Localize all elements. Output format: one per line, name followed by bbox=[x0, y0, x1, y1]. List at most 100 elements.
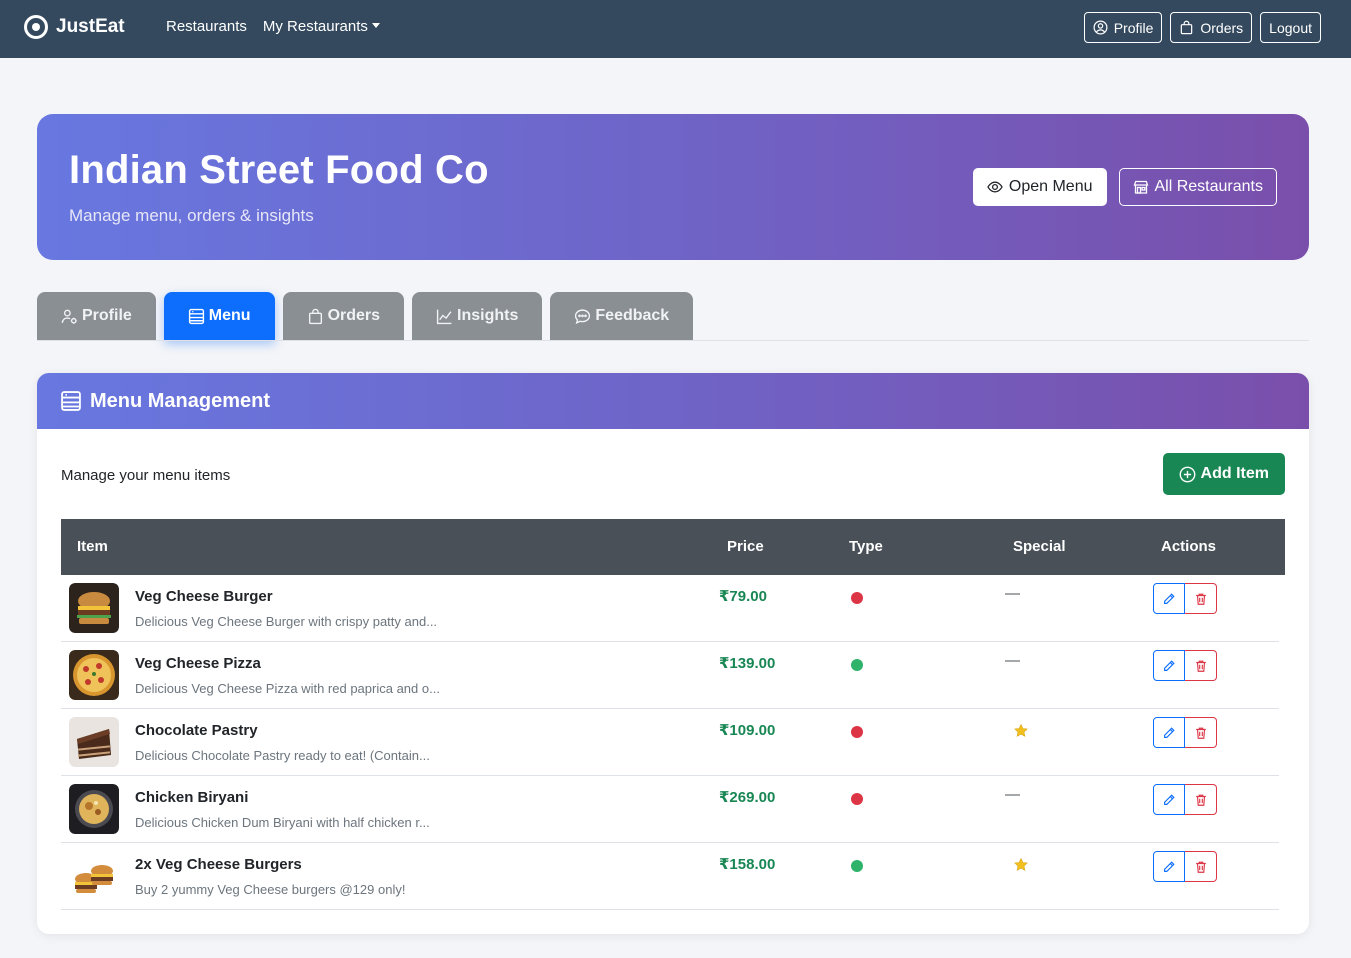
table-row: Veg Cheese Burger Delicious Veg Cheese B… bbox=[61, 575, 1279, 642]
trash-icon bbox=[1195, 593, 1206, 605]
star-icon bbox=[1014, 857, 1028, 871]
top-navbar: JustEat Restaurants My Restaurants Profi… bbox=[0, 0, 1351, 58]
restaurant-title: Indian Street Food Co bbox=[69, 148, 489, 192]
profile-button-label: Profile bbox=[1113, 19, 1154, 36]
item-thumbnail-burger bbox=[69, 583, 119, 633]
delete-button[interactable] bbox=[1185, 717, 1217, 748]
special-indicator: — bbox=[1005, 786, 1020, 803]
nav-link-my-restaurants[interactable]: My Restaurants bbox=[263, 18, 380, 35]
type-indicator-dot bbox=[851, 592, 863, 604]
column-actions: Actions bbox=[1161, 538, 1217, 555]
column-special: Special bbox=[1013, 538, 1066, 555]
bag-icon bbox=[308, 308, 322, 324]
all-restaurants-label: All Restaurants bbox=[1154, 178, 1264, 195]
dashboard-tabs: Profile Menu Orders Insights Feedback bbox=[37, 292, 694, 340]
special-indicator: — bbox=[1005, 652, 1020, 669]
trash-icon bbox=[1195, 794, 1206, 806]
orders-button-label: Orders bbox=[1200, 19, 1244, 36]
menu-table-body: Veg Cheese Burger Delicious Veg Cheese B… bbox=[61, 575, 1285, 910]
logout-button-label: Logout bbox=[1269, 19, 1312, 36]
pencil-icon bbox=[1164, 659, 1175, 671]
edit-button[interactable] bbox=[1153, 784, 1185, 815]
item-price: ₹269.00 bbox=[719, 789, 776, 806]
eye-icon bbox=[987, 181, 1003, 193]
restaurant-subtitle: Manage menu, orders & insights bbox=[69, 206, 314, 225]
item-description: Delicious Chocolate Pastry ready to eat!… bbox=[135, 748, 430, 763]
type-indicator-dot bbox=[851, 860, 863, 872]
delete-button[interactable] bbox=[1185, 583, 1217, 614]
menu-table-header: Item Price Type Special Actions bbox=[61, 519, 1285, 575]
chart-line-icon bbox=[436, 309, 452, 324]
column-item: Item bbox=[77, 538, 108, 555]
logout-button[interactable]: Logout bbox=[1260, 12, 1321, 43]
menu-list-icon bbox=[61, 391, 81, 411]
edit-button[interactable] bbox=[1153, 851, 1185, 882]
table-row: Chocolate Pastry Delicious Chocolate Pas… bbox=[61, 709, 1279, 776]
delete-button[interactable] bbox=[1185, 650, 1217, 681]
restaurant-hero: Indian Street Food Co Manage menu, order… bbox=[37, 114, 1309, 260]
menu-card-title: Menu Management bbox=[90, 389, 271, 412]
pencil-icon bbox=[1164, 793, 1175, 805]
add-item-label: Add Item bbox=[1200, 465, 1269, 482]
delete-button[interactable] bbox=[1185, 784, 1217, 815]
column-price: Price bbox=[727, 538, 764, 555]
nav-link-restaurants[interactable]: Restaurants bbox=[166, 18, 247, 35]
row-actions bbox=[1153, 717, 1217, 748]
delete-button[interactable] bbox=[1185, 851, 1217, 882]
trash-icon bbox=[1195, 861, 1206, 873]
caret-down-icon bbox=[371, 23, 380, 28]
row-actions bbox=[1153, 784, 1217, 815]
brand-name: JustEat bbox=[56, 16, 125, 37]
all-restaurants-button[interactable]: All Restaurants bbox=[1118, 168, 1277, 206]
open-menu-button[interactable]: Open Menu bbox=[972, 168, 1107, 206]
item-price: ₹109.00 bbox=[719, 722, 776, 739]
tab-profile[interactable]: Profile bbox=[37, 292, 156, 340]
brand[interactable]: JustEat bbox=[24, 15, 125, 39]
item-description: Delicious Veg Cheese Pizza with red papr… bbox=[135, 681, 440, 696]
special-indicator: — bbox=[1005, 585, 1020, 602]
item-name: Veg Cheese Burger bbox=[135, 588, 273, 605]
chat-dots-icon bbox=[575, 308, 591, 324]
tab-feedback[interactable]: Feedback bbox=[550, 292, 694, 340]
tab-orders[interactable]: Orders bbox=[282, 292, 405, 340]
edit-button[interactable] bbox=[1153, 583, 1185, 614]
trash-icon bbox=[1195, 727, 1206, 739]
pencil-icon bbox=[1164, 726, 1175, 738]
tab-insights-label: Insights bbox=[457, 307, 519, 324]
edit-button[interactable] bbox=[1153, 717, 1185, 748]
tab-insights[interactable]: Insights bbox=[412, 292, 543, 340]
add-item-button[interactable]: Add Item bbox=[1162, 453, 1285, 495]
tab-profile-label: Profile bbox=[82, 307, 132, 324]
pencil-icon bbox=[1164, 592, 1175, 604]
item-name: Chocolate Pastry bbox=[135, 722, 258, 739]
table-row: Veg Cheese Pizza Delicious Veg Cheese Pi… bbox=[61, 642, 1279, 709]
item-price: ₹139.00 bbox=[719, 655, 776, 672]
pencil-icon bbox=[1164, 860, 1175, 872]
item-name: 2x Veg Cheese Burgers bbox=[135, 856, 302, 873]
profile-button[interactable]: Profile bbox=[1083, 12, 1163, 43]
nav-link-my-restaurants-label: My Restaurants bbox=[262, 18, 368, 35]
menu-management-card: Menu Management Manage your menu items A… bbox=[37, 373, 1309, 934]
menu-list-icon bbox=[188, 308, 204, 324]
tabs-divider bbox=[37, 340, 1309, 341]
item-thumbnail-pizza bbox=[69, 650, 119, 700]
trash-icon bbox=[1195, 660, 1206, 672]
nav-actions: Profile Orders Logout bbox=[1083, 12, 1321, 43]
menu-card-header: Menu Management bbox=[37, 373, 1309, 429]
edit-button[interactable] bbox=[1153, 650, 1185, 681]
row-actions bbox=[1153, 650, 1217, 681]
person-circle-icon bbox=[1093, 20, 1108, 35]
item-thumbnail-biryani bbox=[69, 784, 119, 834]
item-price: ₹79.00 bbox=[719, 588, 767, 605]
tab-menu[interactable]: Menu bbox=[163, 292, 275, 340]
item-price: ₹158.00 bbox=[719, 856, 776, 873]
shop-icon bbox=[1133, 180, 1148, 194]
table-row: 2x Veg Cheese Burgers Buy 2 yummy Veg Ch… bbox=[61, 843, 1279, 910]
item-description: Buy 2 yummy Veg Cheese burgers @129 only… bbox=[135, 882, 406, 897]
orders-button[interactable]: Orders bbox=[1170, 12, 1253, 43]
item-name: Chicken Biryani bbox=[135, 789, 249, 806]
item-thumbnail-double-burger bbox=[69, 851, 119, 901]
type-indicator-dot bbox=[851, 793, 863, 805]
row-actions bbox=[1153, 851, 1217, 882]
table-row: Chicken Biryani Delicious Chicken Dum Bi… bbox=[61, 776, 1279, 843]
